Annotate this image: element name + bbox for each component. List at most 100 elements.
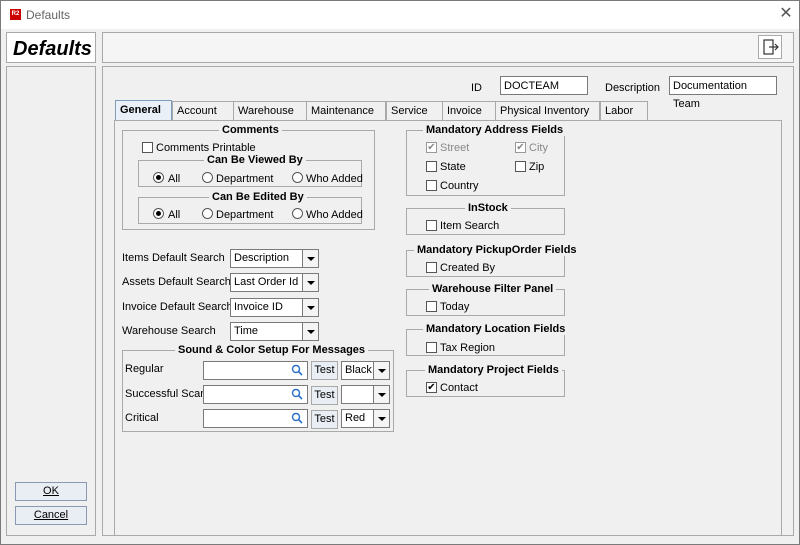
search-icon[interactable]: [291, 388, 303, 400]
regular-test-button[interactable]: Test: [311, 361, 338, 380]
search-icon[interactable]: [291, 364, 303, 376]
tab-physical-inventory[interactable]: Physical Inventory: [495, 101, 600, 120]
contact-checkbox[interactable]: ✔: [426, 382, 437, 393]
app-icon: R2: [10, 9, 21, 20]
tab-labor[interactable]: Labor: [600, 101, 648, 120]
edited-by-title: Can Be Edited By: [209, 191, 307, 203]
description-field[interactable]: Documentation Team: [669, 76, 777, 110]
cancel-label: Cancel: [33, 509, 69, 521]
items-search-value: Description: [234, 252, 290, 264]
city-checkbox[interactable]: ✔: [515, 142, 526, 153]
page-title: Defaults: [13, 38, 92, 60]
assets-search-label: Assets Default Search: [122, 276, 231, 288]
edited-by-department-radio[interactable]: [202, 208, 213, 219]
invoice-search-combo[interactable]: Invoice ID: [230, 298, 319, 317]
id-label: ID: [471, 82, 482, 94]
title-bar: R2 Defaults ✕: [1, 1, 799, 29]
critical-sound-input[interactable]: [203, 409, 308, 428]
tab-account[interactable]: Account: [172, 101, 234, 120]
viewed-by-department-radio[interactable]: [202, 172, 213, 183]
tax-region-checkbox[interactable]: [426, 342, 437, 353]
warehouse-search-label: Warehouse Search: [122, 325, 216, 337]
tax-region-label: Tax Region: [440, 342, 496, 354]
invoice-search-value: Invoice ID: [234, 301, 283, 313]
viewed-by-department-label: Department: [216, 173, 274, 185]
created-by-checkbox[interactable]: [426, 262, 437, 273]
edited-by-who-added-label: Who Added: [306, 209, 363, 221]
address-title: Mandatory Address Fields: [423, 124, 567, 136]
assets-search-value: Last Order Id: [234, 276, 299, 288]
city-label: City: [529, 142, 548, 154]
critical-test-button[interactable]: Test: [311, 410, 338, 429]
warehouse-search-value: Time: [234, 325, 259, 337]
ok-button[interactable]: OK: [15, 482, 87, 501]
chevron-down-icon[interactable]: [302, 250, 318, 267]
successful-scan-color-combo[interactable]: [341, 385, 390, 404]
chevron-down-icon[interactable]: [302, 323, 318, 340]
viewed-by-who-added-label: Who Added: [306, 173, 363, 185]
sound-title: Sound & Color Setup For Messages: [175, 344, 369, 356]
tab-maintenance[interactable]: Maintenance: [306, 101, 386, 120]
edited-by-department-label: Department: [216, 209, 274, 221]
successful-scan-test-button[interactable]: Test: [311, 386, 338, 405]
successful-scan-sound-input[interactable]: [203, 385, 308, 404]
chevron-down-icon[interactable]: [302, 274, 318, 291]
viewed-by-all-label: All: [168, 173, 181, 185]
zip-label: Zip: [529, 161, 545, 173]
ok-label: OK: [43, 485, 59, 497]
contact-label: Contact: [440, 382, 478, 394]
tab-warehouse[interactable]: Warehouse: [233, 101, 307, 120]
today-label: Today: [440, 301, 470, 313]
critical-label: Critical: [125, 412, 159, 424]
warehouse-filter-title: Warehouse Filter Panel: [429, 283, 557, 295]
comments-printable-checkbox[interactable]: [142, 142, 153, 153]
cancel-button[interactable]: Cancel: [15, 506, 87, 525]
chevron-down-icon[interactable]: [373, 386, 389, 403]
viewed-by-who-added-radio[interactable]: [292, 172, 303, 183]
instock-title: InStock: [465, 202, 511, 214]
items-search-label: Items Default Search: [122, 252, 225, 264]
exit-icon[interactable]: [758, 35, 782, 59]
regular-label: Regular: [125, 363, 164, 375]
description-label: Description: [605, 82, 661, 94]
tab-general[interactable]: General: [115, 100, 172, 122]
edited-by-all-label: All: [168, 209, 181, 221]
chevron-down-icon[interactable]: [302, 299, 318, 316]
zip-checkbox[interactable]: [515, 161, 526, 172]
item-search-checkbox[interactable]: [426, 220, 437, 231]
item-search-label: Item Search: [440, 220, 500, 232]
viewed-by-all-radio[interactable]: [153, 172, 164, 183]
project-title: Mandatory Project Fields: [425, 364, 562, 376]
critical-color-combo[interactable]: Red: [341, 409, 390, 428]
comments-printable-label: Comments Printable: [156, 142, 256, 154]
tab-invoice[interactable]: Invoice: [442, 101, 496, 120]
edited-by-all-radio[interactable]: [153, 208, 164, 219]
id-field[interactable]: DOCTEAM: [500, 76, 588, 95]
tab-service[interactable]: Service: [386, 101, 443, 120]
street-label: Street: [440, 142, 470, 154]
created-by-label: Created By: [440, 262, 496, 274]
warehouse-search-combo[interactable]: Time: [230, 322, 319, 341]
window-title: Defaults: [26, 8, 71, 22]
location-title: Mandatory Location Fields: [423, 323, 569, 335]
regular-color-combo[interactable]: Black: [341, 361, 390, 380]
country-checkbox[interactable]: [426, 180, 437, 191]
pickup-title: Mandatory PickupOrder Fields: [414, 244, 580, 256]
close-icon[interactable]: ✕: [779, 6, 793, 22]
country-label: Country: [440, 180, 479, 192]
invoice-search-label: Invoice Default Search: [122, 301, 233, 313]
comments-title: Comments: [219, 124, 282, 136]
today-checkbox[interactable]: [426, 301, 437, 312]
sidebar: [6, 66, 96, 536]
assets-search-combo[interactable]: Last Order Id: [230, 273, 319, 292]
state-checkbox[interactable]: [426, 161, 437, 172]
street-checkbox[interactable]: ✔: [426, 142, 437, 153]
regular-sound-input[interactable]: [203, 361, 308, 380]
successful-scan-label: Successful Scan: [125, 388, 207, 400]
chevron-down-icon[interactable]: [373, 410, 389, 427]
chevron-down-icon[interactable]: [373, 362, 389, 379]
edited-by-who-added-radio[interactable]: [292, 208, 303, 219]
regular-color-value: Black: [345, 364, 372, 376]
items-search-combo[interactable]: Description: [230, 249, 319, 268]
search-icon[interactable]: [291, 412, 303, 424]
